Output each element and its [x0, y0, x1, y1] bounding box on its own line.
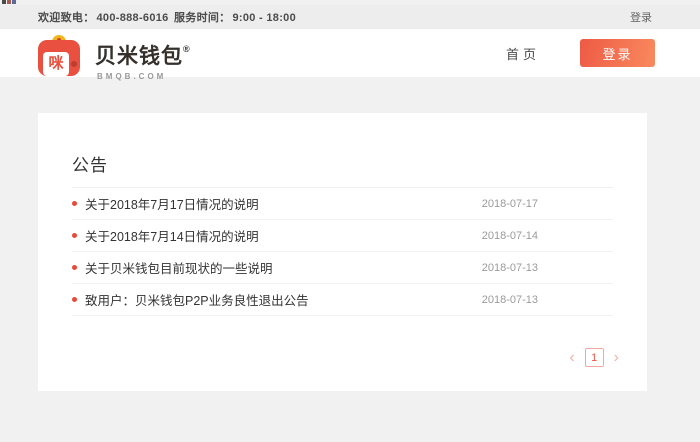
announcement-row: 关于2018年7月14日情况的说明 2018-07-14: [72, 220, 613, 252]
announcement-row: 关于2018年7月17日情况的说明 2018-07-17: [72, 188, 613, 220]
bullet-icon: [72, 233, 77, 238]
service-hours: 9:00 - 18:00: [232, 12, 296, 24]
logo-bag-shape: 咪: [38, 40, 80, 76]
announcement-link[interactable]: 关于2018年7月14日情况的说明: [85, 226, 259, 245]
login-button[interactable]: 登录: [580, 39, 655, 67]
wallet-logo-icon: 咪: [38, 35, 80, 76]
phone-number: 400-888-6016: [96, 12, 169, 24]
service-phone-info: 欢迎致电： 400-888-6016 服务时间： 9:00 - 18:00: [38, 9, 298, 25]
announcement-row: 关于贝米钱包目前现状的一些说明 2018-07-13: [72, 252, 613, 284]
registered-trademark-mark: ®: [183, 44, 190, 54]
brand-logo[interactable]: 咪 贝米钱包® BMQB.COM: [38, 34, 298, 81]
bullet-icon: [72, 297, 77, 302]
bullet-icon: [72, 265, 77, 270]
announcement-link[interactable]: 关于贝米钱包目前现状的一些说明: [85, 258, 273, 277]
announcement-row: 致用户：贝米钱包P2P业务良性退出公告 2018-07-13: [72, 284, 613, 316]
main-nav: 首页 登录: [506, 29, 655, 77]
brand-text: 贝米钱包® BMQB.COM: [95, 40, 190, 81]
announcements-heading-row: 公告: [72, 113, 613, 188]
announcement-date: 2018-07-13: [481, 293, 538, 306]
logo-knob-dot: [71, 61, 77, 67]
announcement-date: 2018-07-17: [481, 197, 538, 210]
welcome-label: 欢迎致电：: [38, 12, 95, 24]
brand-name: 贝米钱包: [95, 45, 183, 68]
announcements-panel: 公告 关于2018年7月17日情况的说明 2018-07-17 关于2018年7…: [38, 113, 647, 391]
announcement-date: 2018-07-13: [481, 261, 538, 274]
bullet-icon: [72, 201, 77, 206]
next-page-icon[interactable]: ›: [614, 349, 619, 367]
prev-page-icon[interactable]: ‹: [569, 349, 574, 367]
announcement-date: 2018-07-14: [481, 229, 538, 242]
page-number-button[interactable]: 1: [584, 348, 604, 367]
page-title: 公告: [72, 156, 108, 175]
service-time-label: 服务时间：: [173, 12, 231, 24]
site-header: 咪 贝米钱包® BMQB.COM 首页 登录: [0, 29, 700, 81]
announcement-link[interactable]: 关于2018年7月17日情况的说明: [85, 194, 259, 213]
top-utility-bar: 欢迎致电： 400-888-6016 服务时间： 9:00 - 18:00 登录: [0, 5, 700, 29]
nav-home-link[interactable]: 首页: [506, 44, 540, 63]
topbar-login-link[interactable]: 登录: [630, 9, 652, 25]
announcement-link[interactable]: 致用户：贝米钱包P2P业务良性退出公告: [85, 290, 309, 309]
logo-glyph: 咪: [43, 52, 69, 76]
browser-artifact: [2, 0, 16, 4]
pagination: ‹ 1 ›: [569, 348, 619, 367]
brand-domain: BMQB.COM: [97, 72, 167, 81]
